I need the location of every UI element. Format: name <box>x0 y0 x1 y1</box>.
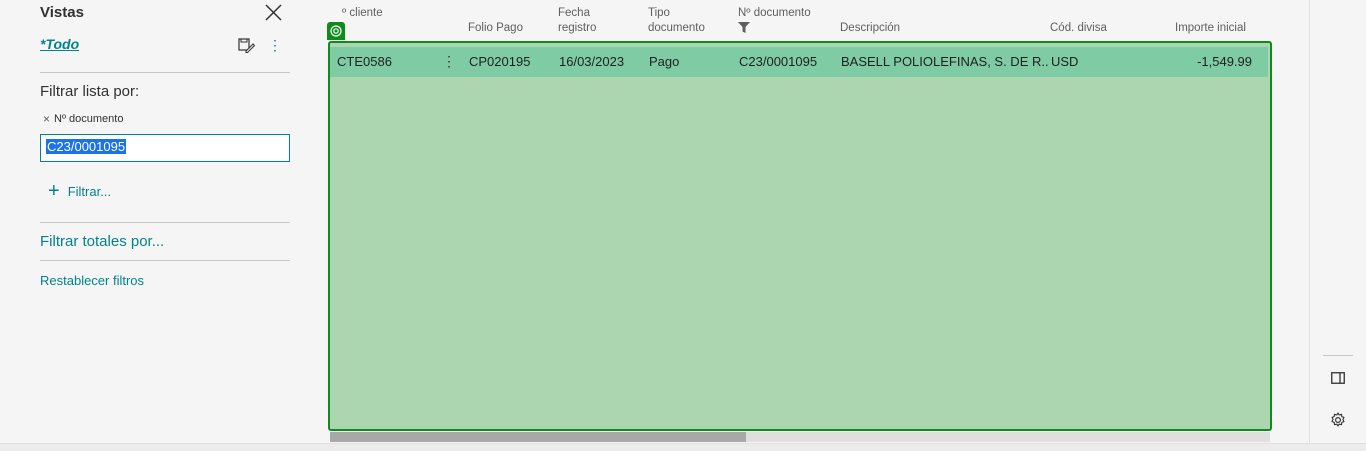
cell-date: 16/03/2023 <box>559 54 625 69</box>
grid-body-highlight <box>328 41 1272 431</box>
pane-title: Vistas <box>40 4 84 21</box>
col-header-line1 <box>1175 6 1246 21</box>
highlight-badge <box>327 22 345 40</box>
col-header-folio[interactable]: Folio Pago <box>468 6 523 36</box>
cell-description: BASELL POLIOLEFINAS, S. DE R.... <box>841 54 1049 69</box>
add-filter-label: Filtrar... <box>67 183 112 199</box>
cell-amount: -1,549.99 <box>1197 54 1252 69</box>
col-header-line2: documento <box>648 22 705 34</box>
table-row[interactable]: CTE0586 ⋮ CP020195 16/03/2023 Pago C23/0… <box>330 47 1268 77</box>
save-edit-icon <box>238 38 256 53</box>
filter-list-heading: Filtrar lista por: <box>40 83 140 100</box>
col-header-line1 <box>1050 6 1107 21</box>
divider <box>40 72 290 73</box>
col-header-line1: Tipo <box>648 7 670 19</box>
more-options-button[interactable]: ⋮ <box>268 36 282 54</box>
save-view-button[interactable] <box>237 36 256 54</box>
col-header-line1 <box>840 6 900 21</box>
filter-funnel-icon <box>738 22 750 33</box>
col-header-doc-type[interactable]: Tipo documento <box>648 6 705 36</box>
filter-value-text: C23/0001095 <box>46 139 127 154</box>
divider <box>40 260 290 261</box>
col-header-line2: Cód. divisa <box>1050 22 1107 34</box>
cell-currency: USD <box>1051 54 1079 69</box>
bottom-status-bar <box>0 443 1366 451</box>
toggle-details-pane-button[interactable] <box>1328 368 1348 388</box>
col-header-currency[interactable]: Cód. divisa <box>1050 6 1107 36</box>
cell-folio: CP020195 <box>469 54 531 69</box>
col-header-line1: Nº documento <box>738 7 811 19</box>
col-header-amount[interactable]: Importe inicial <box>1175 6 1246 36</box>
col-header-date[interactable]: Fecha registro <box>558 6 596 36</box>
col-header-line1: Fecha <box>558 7 590 19</box>
add-filter-button[interactable]: + Filtrar... <box>48 180 112 202</box>
close-icon <box>265 4 282 21</box>
grid-header: º cliente Folio Pago Fecha registro Tipo… <box>330 0 1270 42</box>
plus-icon: + <box>48 180 60 202</box>
cell-customer: CTE0586 <box>337 54 392 69</box>
right-rail-border <box>1309 0 1310 443</box>
divider <box>1323 355 1353 356</box>
col-header-line2: Folio Pago <box>468 22 523 34</box>
gear-icon <box>1331 412 1345 427</box>
cell-doc-type: Pago <box>649 54 680 69</box>
cell-doc-no: C23/0001095 <box>739 54 818 69</box>
view-todo-link[interactable]: *Todo <box>40 36 79 52</box>
side-panel-icon <box>1331 372 1345 384</box>
personalize-settings-button[interactable] <box>1328 410 1348 430</box>
col-header-line2: º cliente <box>342 7 383 19</box>
close-pane-button[interactable] <box>262 2 284 24</box>
filter-value-input[interactable]: C23/0001095 <box>40 134 290 162</box>
col-header-customer[interactable]: º cliente <box>342 6 383 21</box>
col-header-description[interactable]: Descripción <box>840 6 900 36</box>
horizontal-scrollbar-thumb[interactable] <box>330 432 746 442</box>
col-header-line1 <box>468 6 523 21</box>
filter-pane: Vistas *Todo ⋮ Filtrar lista por: × Nº d… <box>0 0 310 443</box>
filter-field-label: × Nº documento <box>43 112 123 126</box>
target-icon <box>330 25 342 37</box>
filter-field-name: Nº documento <box>54 113 124 125</box>
reset-filters-link[interactable]: Restablecer filtros <box>40 273 144 288</box>
divider <box>40 222 290 223</box>
col-header-line2: Importe inicial <box>1175 22 1246 34</box>
remove-filter-icon[interactable]: × <box>43 112 50 126</box>
col-header-line2: registro <box>558 22 597 34</box>
col-header-doc-no[interactable]: Nº documento <box>738 6 811 33</box>
col-header-line2: Descripción <box>840 22 901 34</box>
row-actions-button[interactable]: ⋮ <box>442 47 456 77</box>
filter-totals-link[interactable]: Filtrar totales por... <box>40 233 164 250</box>
